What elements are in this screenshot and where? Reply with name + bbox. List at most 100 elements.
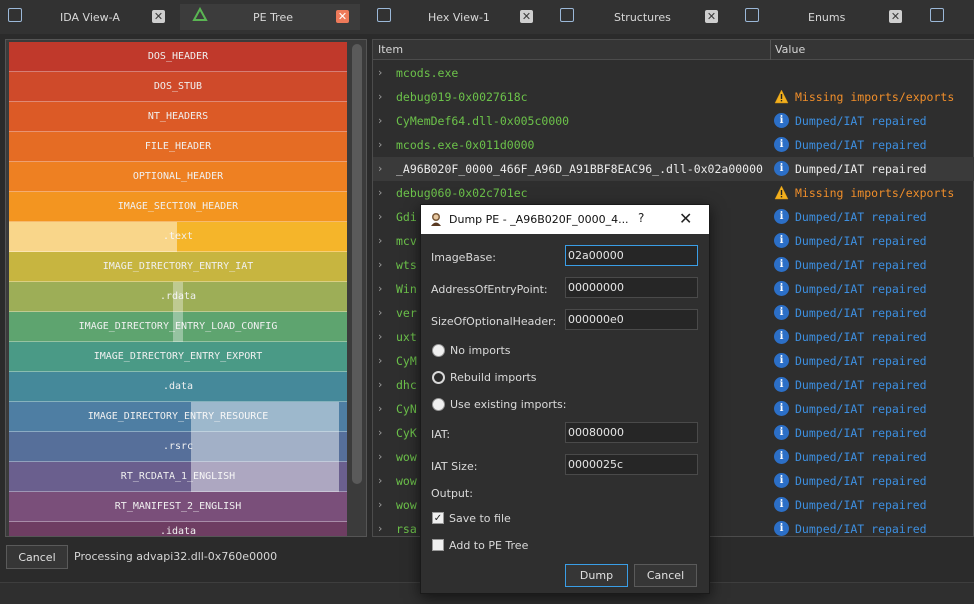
pe-map-panel: DOS_HEADER DOS_STUB NT_HEADERS FILE_HEADER O… — [5, 39, 367, 537]
chevron-right-icon[interactable]: › — [378, 378, 382, 391]
image-base-label: ImageBase: — [431, 251, 496, 264]
hex-view-icon — [377, 8, 391, 22]
close-icon[interactable]: ✕ — [520, 10, 533, 23]
tree-row[interactable]: › _A96B020F_0000_466F_A96D_A91BBF8EAC96_.… — [373, 157, 974, 181]
tree-row-name: ver — [396, 306, 417, 320]
pe-section-block[interactable]: DOS_STUB — [9, 72, 347, 102]
close-icon[interactable]: ✕ — [679, 209, 692, 228]
tree-row-status: Dumped/IAT repaired — [795, 162, 927, 176]
pe-section-block[interactable]: IMAGE_SECTION_HEADER — [9, 192, 347, 222]
cancel-button[interactable]: Cancel — [634, 564, 697, 587]
tab-label: Structures — [614, 10, 671, 24]
tree-row-name: CyN — [396, 402, 417, 416]
tree-row-name: CyM — [396, 354, 417, 368]
tab-label: IDA View-A — [60, 10, 120, 24]
close-icon[interactable]: ✕ — [889, 10, 902, 23]
section-highlight — [9, 222, 177, 252]
chevron-right-icon[interactable]: › — [378, 354, 382, 367]
pe-section-block[interactable]: IMAGE_DIRECTORY_ENTRY_EXPORT — [9, 342, 347, 372]
no-imports-radio[interactable] — [432, 344, 445, 357]
pe-section-block[interactable]: .data — [9, 372, 347, 402]
tree-row-status: Missing imports/exports — [795, 90, 955, 104]
dump-button[interactable]: Dump — [565, 564, 628, 587]
chevron-right-icon[interactable]: › — [378, 522, 382, 535]
tree-row-status: Dumped/IAT repaired — [795, 306, 927, 320]
chevron-right-icon[interactable]: › — [378, 402, 382, 415]
pe-section-block[interactable]: .idata — [9, 522, 347, 536]
tree-row[interactable]: › debug019-0x0027618c Missing imports/expo… — [373, 85, 974, 109]
processing-status: Processing advapi32.dll-0x760e0000 — [74, 550, 278, 563]
chevron-right-icon[interactable]: › — [378, 234, 382, 247]
tab-structures[interactable]: Structures ✕ — [556, 4, 726, 30]
structures-icon — [560, 8, 574, 22]
add-to-pe-tree-label[interactable]: Add to PE Tree — [449, 539, 528, 552]
close-icon[interactable]: ✕ — [152, 10, 165, 23]
rebuild-imports-label[interactable]: Rebuild imports — [450, 371, 537, 384]
pe-section-block[interactable]: NT_HEADERS — [9, 102, 347, 132]
chevron-right-icon[interactable]: › — [378, 474, 382, 487]
tree-row[interactable]: › CyMemDef64.dll-0x005c0000 i Dumped/IAT re… — [373, 109, 974, 133]
tree-row-status: Dumped/IAT repaired — [795, 210, 927, 224]
entry-point-input[interactable]: 00000000 — [565, 277, 698, 298]
no-imports-label[interactable]: No imports — [450, 344, 511, 357]
use-existing-imports-label[interactable]: Use existing imports: — [450, 398, 567, 411]
iat-size-input[interactable]: 0000025c — [565, 454, 698, 475]
rebuild-imports-radio[interactable] — [432, 371, 445, 384]
column-header-value[interactable]: Value — [775, 43, 805, 56]
tab-enums[interactable]: Enums ✕ — [740, 4, 910, 30]
chevron-right-icon[interactable]: › — [378, 426, 382, 439]
chevron-right-icon[interactable]: › — [378, 114, 382, 127]
scrollbar-thumb[interactable] — [352, 44, 362, 484]
section-highlight — [173, 282, 183, 342]
pe-section-block[interactable]: OPTIONAL_HEADER — [9, 162, 347, 192]
enums-icon — [745, 8, 759, 22]
iat-input[interactable]: 00080000 — [565, 422, 698, 443]
save-to-file-label[interactable]: Save to file — [449, 512, 511, 525]
tree-row[interactable]: › mcods.exe — [373, 61, 974, 85]
chevron-right-icon[interactable]: › — [378, 162, 382, 175]
add-to-pe-tree-checkbox[interactable] — [432, 539, 444, 551]
chevron-right-icon[interactable]: › — [378, 330, 382, 343]
size-optional-header-input[interactable]: 000000e0 — [565, 309, 698, 330]
column-header-item[interactable]: Item — [378, 43, 403, 56]
tab-pe-tree[interactable]: PE Tree ✕ — [180, 4, 360, 30]
tree-row-name: Gdi — [396, 210, 417, 224]
pe-section-block[interactable]: RT_MANIFEST_2_ENGLISH — [9, 492, 347, 522]
tab-label: PE Tree — [253, 10, 293, 24]
save-to-file-checkbox[interactable]: ✓ — [432, 512, 444, 524]
close-icon[interactable]: ✕ — [705, 10, 718, 23]
tree-row[interactable]: › mcods.exe-0x011d0000 i Dumped/IAT repaire… — [373, 133, 974, 157]
chevron-right-icon[interactable]: › — [378, 186, 382, 199]
close-icon[interactable]: ✕ — [336, 10, 349, 23]
scrollbar[interactable] — [351, 42, 363, 536]
cancel-processing-button[interactable]: Cancel — [6, 545, 68, 569]
column-separator[interactable] — [770, 40, 771, 60]
tree-row[interactable]: › debug060-0x02c701ec Missing imports/expo… — [373, 181, 974, 205]
help-icon[interactable]: ? — [638, 211, 644, 225]
tab-ida-view-a[interactable]: IDA View-A ✕ — [0, 4, 180, 30]
image-base-input[interactable]: 02a00000 — [565, 245, 698, 266]
chevron-right-icon[interactable]: › — [378, 66, 382, 79]
tab-hex-view-1[interactable]: Hex View-1 ✕ — [372, 4, 547, 30]
chevron-right-icon[interactable]: › — [378, 258, 382, 271]
use-existing-imports-radio[interactable] — [432, 398, 445, 411]
chevron-right-icon[interactable]: › — [378, 282, 382, 295]
chevron-right-icon[interactable]: › — [378, 90, 382, 103]
tree-row-status: Dumped/IAT repaired — [795, 114, 927, 128]
pe-section-block[interactable]: FILE_HEADER — [9, 132, 347, 162]
chevron-right-icon[interactable]: › — [378, 306, 382, 319]
pe-section-block[interactable]: DOS_HEADER — [9, 42, 347, 72]
tree-row-name: debug019-0x0027618c — [396, 90, 528, 104]
chevron-right-icon[interactable]: › — [378, 498, 382, 511]
more-view-icon[interactable] — [930, 8, 944, 22]
pe-section-block[interactable]: IMAGE_DIRECTORY_ENTRY_IAT — [9, 252, 347, 282]
info-icon: i — [774, 377, 789, 392]
tree-row-name: dhc — [396, 378, 417, 392]
info-icon: i — [774, 113, 789, 128]
tree-row-status: Dumped/IAT repaired — [795, 138, 927, 152]
chevron-right-icon[interactable]: › — [378, 138, 382, 151]
chevron-right-icon[interactable]: › — [378, 210, 382, 223]
info-icon: i — [774, 257, 789, 272]
chevron-right-icon[interactable]: › — [378, 450, 382, 463]
dialog-titlebar[interactable]: Dump PE - _A96B020F_0000_4... ? ✕ — [421, 205, 709, 234]
